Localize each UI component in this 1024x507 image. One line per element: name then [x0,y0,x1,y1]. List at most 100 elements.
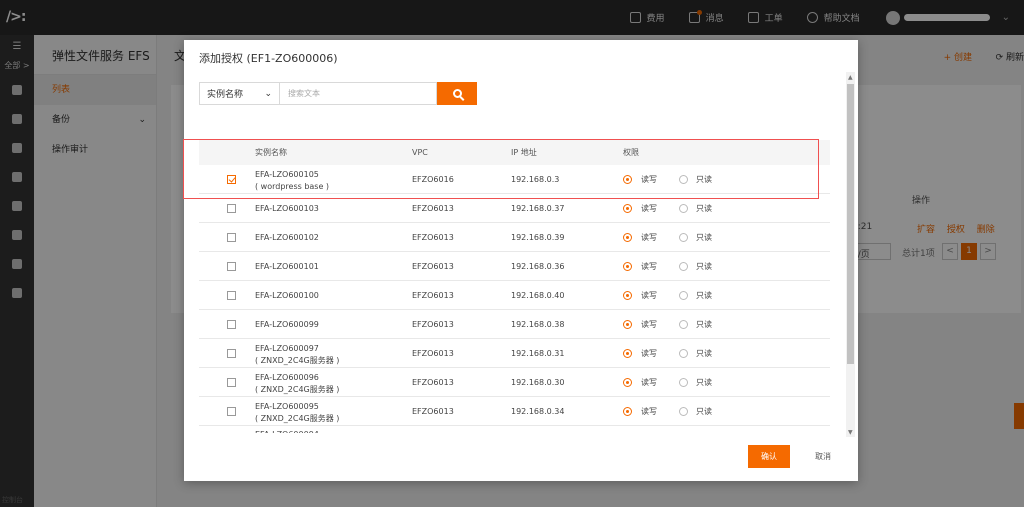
radio-read-write[interactable] [623,320,632,329]
vpc-cell: EFZO6016 [412,175,454,184]
read-write-label: 读写 [641,407,657,416]
search-bar: 实例名称 ⌄ [199,82,477,105]
instance-name: EFA-LZO600099 [255,320,319,329]
row-checkbox[interactable] [227,175,236,184]
radio-read-write[interactable] [623,233,632,242]
ip-cell: 192.168.0.36 [511,262,565,271]
dialog-title: 添加授权 (EF1-ZO600006) [199,52,338,65]
table-row[interactable]: EFA-LZO600097 ( ZNXD_2C4G服务器 ) EFZO6013 192… [199,339,830,368]
scroll-thumb[interactable] [847,84,854,364]
instance-name: EFA-LZO600105 [255,170,319,179]
instance-name-cell: EFA-LZO600105 ( wordpress base ) [255,169,329,193]
read-write-label: 读写 [641,204,657,213]
vpc-cell: EFZO6013 [412,378,454,387]
radio-read-only[interactable] [679,291,688,300]
cancel-button[interactable]: 取消 [808,445,838,468]
table-header: 实例名称 VPC IP 地址 权限 [199,140,830,165]
row-checkbox[interactable] [227,378,236,387]
table-row[interactable]: EFA-LZO600105 ( wordpress base ) EFZO6016 1… [199,165,830,194]
radio-read-only[interactable] [679,262,688,271]
ip-cell: 192.168.0.34 [511,407,565,416]
radio-read-only[interactable] [679,349,688,358]
row-checkbox[interactable] [227,320,236,329]
row-checkbox[interactable] [227,407,236,416]
scroll-down-icon[interactable]: ▼ [848,429,853,436]
instance-table: 实例名称 VPC IP 地址 权限 EFA-LZO600105 ( wordpre… [199,140,830,433]
search-field-select[interactable]: 实例名称 ⌄ [199,82,279,105]
add-authorization-dialog: 添加授权 (EF1-ZO600006) 实例名称 ⌄ 实例名称 VPC IP 地… [184,40,858,481]
radio-read-only[interactable] [679,320,688,329]
table-row[interactable]: EFA-LZO600099 EFZO6013 192.168.0.38 读写 只读 [199,310,830,339]
vpc-cell: EFZO6013 [412,320,454,329]
radio-read-only[interactable] [679,175,688,184]
table-row[interactable]: EFA-LZO600103 EFZO6013 192.168.0.37 读写 只读 [199,194,830,223]
instance-name: EFA-LZO600097 [255,344,319,353]
instance-name-cell: EFA-LZO600095 ( ZNXD_2C4G服务器 ) [255,401,339,425]
radio-read-write[interactable] [623,349,632,358]
instance-name-cell: EFA-LZO600102 [255,232,319,244]
chevron-down-icon: ⌄ [264,88,272,99]
read-write-label: 读写 [641,349,657,358]
radio-read-only[interactable] [679,378,688,387]
instance-name: EFA-LZO600094 [255,429,319,433]
ip-cell: 192.168.0.39 [511,233,565,242]
radio-read-only[interactable] [679,204,688,213]
table-row[interactable]: EFA-LZO600100 EFZO6013 192.168.0.40 读写 只读 [199,281,830,310]
row-checkbox[interactable] [227,204,236,213]
table-row[interactable]: EFA-LZO600096 ( ZNXD_2C4G服务器 ) EFZO6013 192… [199,368,830,397]
radio-read-write[interactable] [623,262,632,271]
radio-read-write[interactable] [623,204,632,213]
table-row[interactable]: EFA-LZO600095 ( ZNXD_2C4G服务器 ) EFZO6013 192… [199,397,830,426]
read-write-label: 读写 [641,320,657,329]
instance-name-cell: EFA-LZO600094 [255,429,319,433]
radio-read-only[interactable] [679,233,688,242]
instance-name: EFA-LZO600103 [255,204,319,213]
read-write-label: 读写 [641,291,657,300]
instance-name-cell: EFA-LZO600103 [255,203,319,215]
col-instance-name: 实例名称 [255,148,287,157]
read-only-label: 只读 [696,378,712,387]
table-row[interactable]: EFA-LZO600101 EFZO6013 192.168.0.36 读写 只读 [199,252,830,281]
scroll-up-icon[interactable]: ▲ [848,74,853,81]
read-write-label: 读写 [641,378,657,387]
vpc-cell: EFZO6013 [412,349,454,358]
ip-cell: 192.168.0.30 [511,378,565,387]
row-checkbox[interactable] [227,262,236,271]
search-button[interactable] [437,82,477,105]
search-input[interactable] [279,82,437,105]
ip-cell: 192.168.0.40 [511,291,565,300]
row-checkbox[interactable] [227,291,236,300]
read-only-label: 只读 [696,233,712,242]
instance-name: EFA-LZO600096 [255,373,319,382]
read-write-label: 读写 [641,175,657,184]
dialog-scrollbar[interactable]: ▲ ▼ [846,72,855,437]
instance-name-cell: EFA-LZO600099 [255,319,319,331]
instance-alias: ( ZNXD_2C4G服务器 ) [255,385,340,394]
search-field-value: 实例名称 [207,90,244,100]
read-only-label: 只读 [696,175,712,184]
col-permission: 权限 [623,148,639,157]
read-only-label: 只读 [696,407,712,416]
read-write-label: 读写 [641,233,657,242]
search-icon [452,89,462,98]
instance-name: EFA-LZO600101 [255,262,319,271]
table-row[interactable]: EFA-LZO600102 EFZO6013 192.168.0.39 读写 只读 [199,223,830,252]
radio-read-write[interactable] [623,291,632,300]
read-write-label: 读写 [641,262,657,271]
row-checkbox[interactable] [227,233,236,242]
instance-name-cell: EFA-LZO600096 ( ZNXD_2C4G服务器 ) [255,372,339,396]
ip-cell: 192.168.0.3 [511,175,560,184]
read-only-label: 只读 [696,349,712,358]
radio-read-write[interactable] [623,378,632,387]
row-checkbox[interactable] [227,349,236,358]
instance-name: EFA-LZO600095 [255,402,319,411]
vpc-cell: EFZO6013 [412,291,454,300]
radio-read-only[interactable] [679,407,688,416]
confirm-button[interactable]: 确认 [748,445,790,468]
table-row[interactable]: EFA-LZO600094读写只读 [199,426,830,433]
read-only-label: 只读 [696,262,712,271]
instance-alias: ( wordpress base ) [255,182,330,191]
radio-read-write[interactable] [623,407,632,416]
instance-name-cell: EFA-LZO600097 ( ZNXD_2C4G服务器 ) [255,343,339,367]
radio-read-write[interactable] [623,175,632,184]
